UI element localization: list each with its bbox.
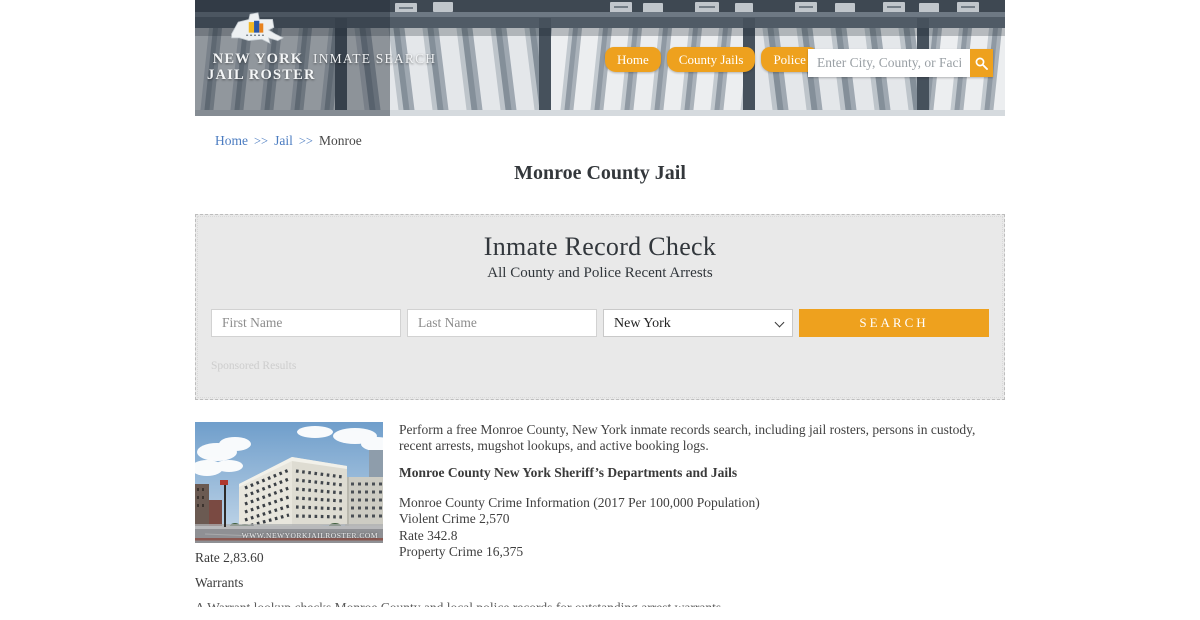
crime-info-line: Rate 342.8: [399, 527, 458, 543]
sponsored-results-label: Sponsored Results: [211, 360, 297, 372]
nav-county-jails-button[interactable]: County Jails: [666, 47, 756, 72]
nav-home-button[interactable]: Home: [605, 47, 661, 72]
last-name-input[interactable]: [407, 309, 597, 337]
breadcrumb-separator: >>: [254, 134, 269, 148]
breadcrumb: Home >> Jail >> Monroe: [215, 133, 1005, 149]
inmate-search-tagline: INMATE SEARCH: [313, 51, 437, 66]
facility-search: [808, 49, 993, 77]
content-text-column: Perform a free Monroe County, New York i…: [399, 422, 1005, 560]
breadcrumb-current: Monroe: [318, 133, 362, 148]
jail-figure: WWW.NEWYORKJAILROSTER.COM Rate 2,83.60: [195, 422, 383, 566]
facility-search-button[interactable]: [970, 49, 993, 77]
record-check-subtitle: All County and Police Recent Arrests: [487, 265, 713, 281]
jail-building-illustration: [195, 422, 383, 543]
photo-watermark: WWW.NEWYORKJAILROSTER.COM: [241, 531, 378, 540]
breadcrumb-separator: >>: [298, 134, 313, 148]
main-nav: Home County Jails Police: [605, 47, 818, 72]
content-section: WWW.NEWYORKJAILROSTER.COM Rate 2,83.60 P…: [195, 422, 1005, 566]
jail-building-photo: WWW.NEWYORKJAILROSTER.COM: [195, 422, 383, 543]
facility-search-input[interactable]: [808, 49, 970, 77]
intro-paragraph: Perform a free Monroe County, New York i…: [399, 422, 976, 454]
hero-header: NEW YORK JAIL ROSTER INMATE SEARCH Home …: [195, 0, 1005, 116]
page-title: Monroe County Jail: [514, 162, 686, 184]
record-check-title: Inmate Record Check: [483, 232, 717, 261]
sheriffs-heading: Monroe County New York Sheriff’s Departm…: [399, 465, 738, 481]
brand-title-line2: JAIL ROSTER: [207, 67, 316, 84]
new-york-state-icon: [231, 12, 284, 44]
crime-info-line: Property Crime 16,375: [399, 543, 524, 559]
brand-title-line1: NEW YORK: [212, 51, 304, 67]
rate-caption: Rate 2,83.60: [195, 550, 264, 565]
breadcrumb-jail-link[interactable]: Jail: [274, 133, 293, 148]
crime-info-line: Monroe County Crime Information (2017 Pe…: [399, 494, 760, 510]
brand-logo[interactable]: NEW YORK JAIL ROSTER: [207, 10, 316, 84]
crime-info-line: Violent Crime 2,570: [399, 511, 510, 527]
state-select-wrap: New York: [603, 309, 793, 337]
state-select[interactable]: New York: [603, 309, 793, 337]
page-container: NEW YORK JAIL ROSTER INMATE SEARCH Home …: [195, 0, 1005, 607]
clipped-bottom-text: A Warrant lookup checks Monroe County an…: [195, 600, 1005, 607]
inmate-record-check-box: Inmate Record Check All County and Polic…: [195, 214, 1005, 400]
warrants-label: Warrants: [195, 575, 244, 590]
first-name-input[interactable]: [211, 309, 401, 337]
breadcrumb-home-link[interactable]: Home: [215, 133, 248, 148]
search-icon: [975, 57, 988, 70]
record-check-form: New York SEARCH: [211, 309, 989, 337]
record-check-search-button[interactable]: SEARCH: [799, 309, 989, 337]
